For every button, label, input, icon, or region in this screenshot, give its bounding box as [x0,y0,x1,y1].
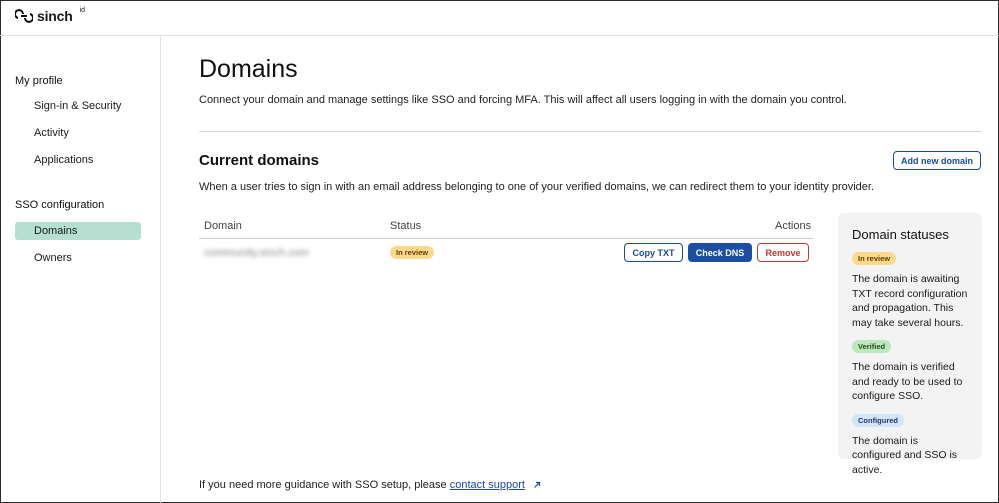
add-new-domain-button[interactable]: Add new domain [893,151,981,170]
status-description-configured: The domain is configured and SSO is acti… [852,434,958,476]
status-badge-verified: Verified [852,340,892,353]
sidebar-item-owners[interactable]: Owners [15,249,141,267]
page-description: Connect your domain and manage settings … [199,94,847,106]
column-header-domain: Domain [204,220,242,232]
remove-button[interactable]: Remove [757,243,809,262]
sidebar-item-domains[interactable]: Domains [15,222,141,240]
brand-name: sinch [37,8,73,24]
sinch-logo-icon [15,9,33,23]
table-header-divider [199,238,814,239]
status-badge-configured: Configured [852,413,904,427]
status-description-in-review: The domain is awaiting TXT record config… [852,273,968,329]
sidebar-item-activity[interactable]: Activity [15,124,141,142]
sidebar-item-applications[interactable]: Applications [15,151,141,169]
contact-support-link[interactable]: contact support [450,479,525,491]
sidebar-group-sso-configuration: SSO configuration [15,199,105,211]
domain-name: community.sinch.com [204,247,309,259]
status-badge: In review [390,246,435,259]
domain-statuses-card: Domain statuses In review The domain is … [838,213,982,476]
brand-suffix: id [79,6,86,14]
external-link-icon [534,481,541,489]
footer-guidance: If you need more guidance with SSO setup… [199,479,541,491]
brand-logo[interactable]: sinch id [15,7,85,25]
sidebar-group-my-profile: My profile [15,75,63,87]
top-bar: sinch id [0,0,999,36]
check-dns-button[interactable]: Check DNS [688,243,752,262]
section-description: When a user tries to sign in with an ema… [199,181,875,193]
column-header-status: Status [390,220,422,232]
footer-text: If you need more guidance with SSO setup… [199,479,447,491]
section-title: Current domains [199,152,320,169]
column-header-actions: Actions [775,220,812,232]
page-title: Domains [199,55,298,83]
copy-txt-button[interactable]: Copy TXT [624,243,683,262]
status-description-verified: The domain is verified and ready to be u… [852,361,963,402]
sidebar: My profile Sign-in & Security Activity A… [0,36,161,503]
main-content: Domains Connect your domain and manage s… [161,36,999,503]
sidebar-item-sign-in-security[interactable]: Sign-in & Security [15,97,141,115]
card-title: Domain statuses [852,227,949,242]
status-badge-in-review: In review [852,252,897,265]
divider [199,131,981,132]
